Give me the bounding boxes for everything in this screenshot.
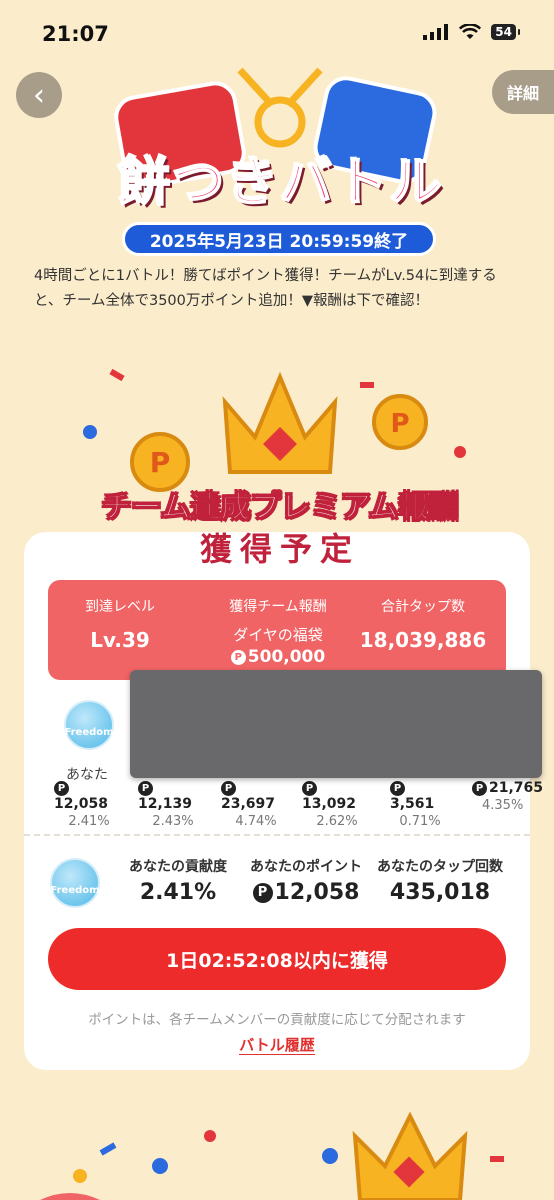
level-value: Lv.39: [90, 628, 150, 652]
point-icon: P: [230, 649, 246, 665]
svg-text:P: P: [390, 409, 409, 439]
status-time: 21:07: [42, 22, 109, 46]
detail-button[interactable]: 詳細: [492, 70, 554, 114]
total-taps-label: 合計タップ数: [381, 599, 465, 615]
team-stats-box: 到達レベル Lv.39 獲得チーム報酬 ダイヤの福袋 P 500,000 合計タッ…: [48, 580, 506, 680]
my-points: あなたのポイント P 12,058: [250, 859, 362, 905]
point-icon: P: [252, 883, 273, 903]
my-tap-count: あなたのタップ回数 435,018: [377, 859, 503, 905]
redacted-overlay: [130, 670, 542, 778]
signal-icon: [423, 24, 449, 40]
team-reward-points: 500,000: [247, 647, 326, 667]
member-stat: P12,058 2.41%: [54, 780, 110, 829]
point-icon: P: [302, 780, 317, 796]
wifi-icon: [459, 24, 482, 39]
point-icon: P: [390, 780, 405, 796]
member-stat: P12,139 2.43%: [138, 780, 194, 829]
claim-button[interactable]: 1日02:52:08以内に獲得: [48, 928, 506, 990]
total-taps-value: 18,039,886: [359, 628, 487, 652]
member-avatar[interactable]: Freedom: [64, 700, 114, 750]
member-stat: P23,697 4.74%: [221, 780, 277, 829]
banner-title: 餅つきバトル: [117, 152, 444, 214]
point-icon: P: [138, 780, 153, 796]
crown-coins-illustration: P P: [83, 368, 466, 492]
crown-illustration-bottom: [40, 1111, 504, 1200]
my-contribution: あなたの貢献度 2.41%: [129, 859, 227, 905]
team-reward-name: ダイヤの福袋: [233, 626, 323, 644]
divider: [24, 834, 530, 836]
back-button[interactable]: ‹: [16, 72, 62, 118]
svg-text:P: P: [150, 446, 171, 479]
level-label: 到達レベル: [85, 599, 155, 615]
distribution-note: ポイントは、各チームメンバーの貢献度に応じて分配されます: [88, 1012, 466, 1028]
premium-reward-title: チーム達成プレミアム報酬: [101, 490, 459, 526]
team-reward-label: 獲得チーム報酬: [229, 599, 327, 615]
point-icon: P: [221, 780, 236, 796]
member-stat: P 21,765 4.35%: [472, 780, 554, 813]
member-stat: P3,561 0.71%: [390, 780, 441, 829]
end-date-badge: 2025年5月23日 20:59:59終了: [122, 222, 436, 256]
battery-icon: 54: [491, 24, 520, 40]
point-icon: P: [472, 780, 487, 796]
battle-description: 4時間ごとに1バトル！勝てばポイント獲得！チームがLv.54に到達すると、チーム…: [34, 268, 497, 309]
premium-reward-subtitle: 獲得予定: [199, 530, 360, 568]
my-avatar: Freedom: [50, 858, 100, 908]
battle-history-link[interactable]: バトル履歴: [24, 1034, 530, 1055]
point-icon: P: [54, 780, 69, 796]
member-stat: P13,092 2.62%: [302, 780, 358, 829]
